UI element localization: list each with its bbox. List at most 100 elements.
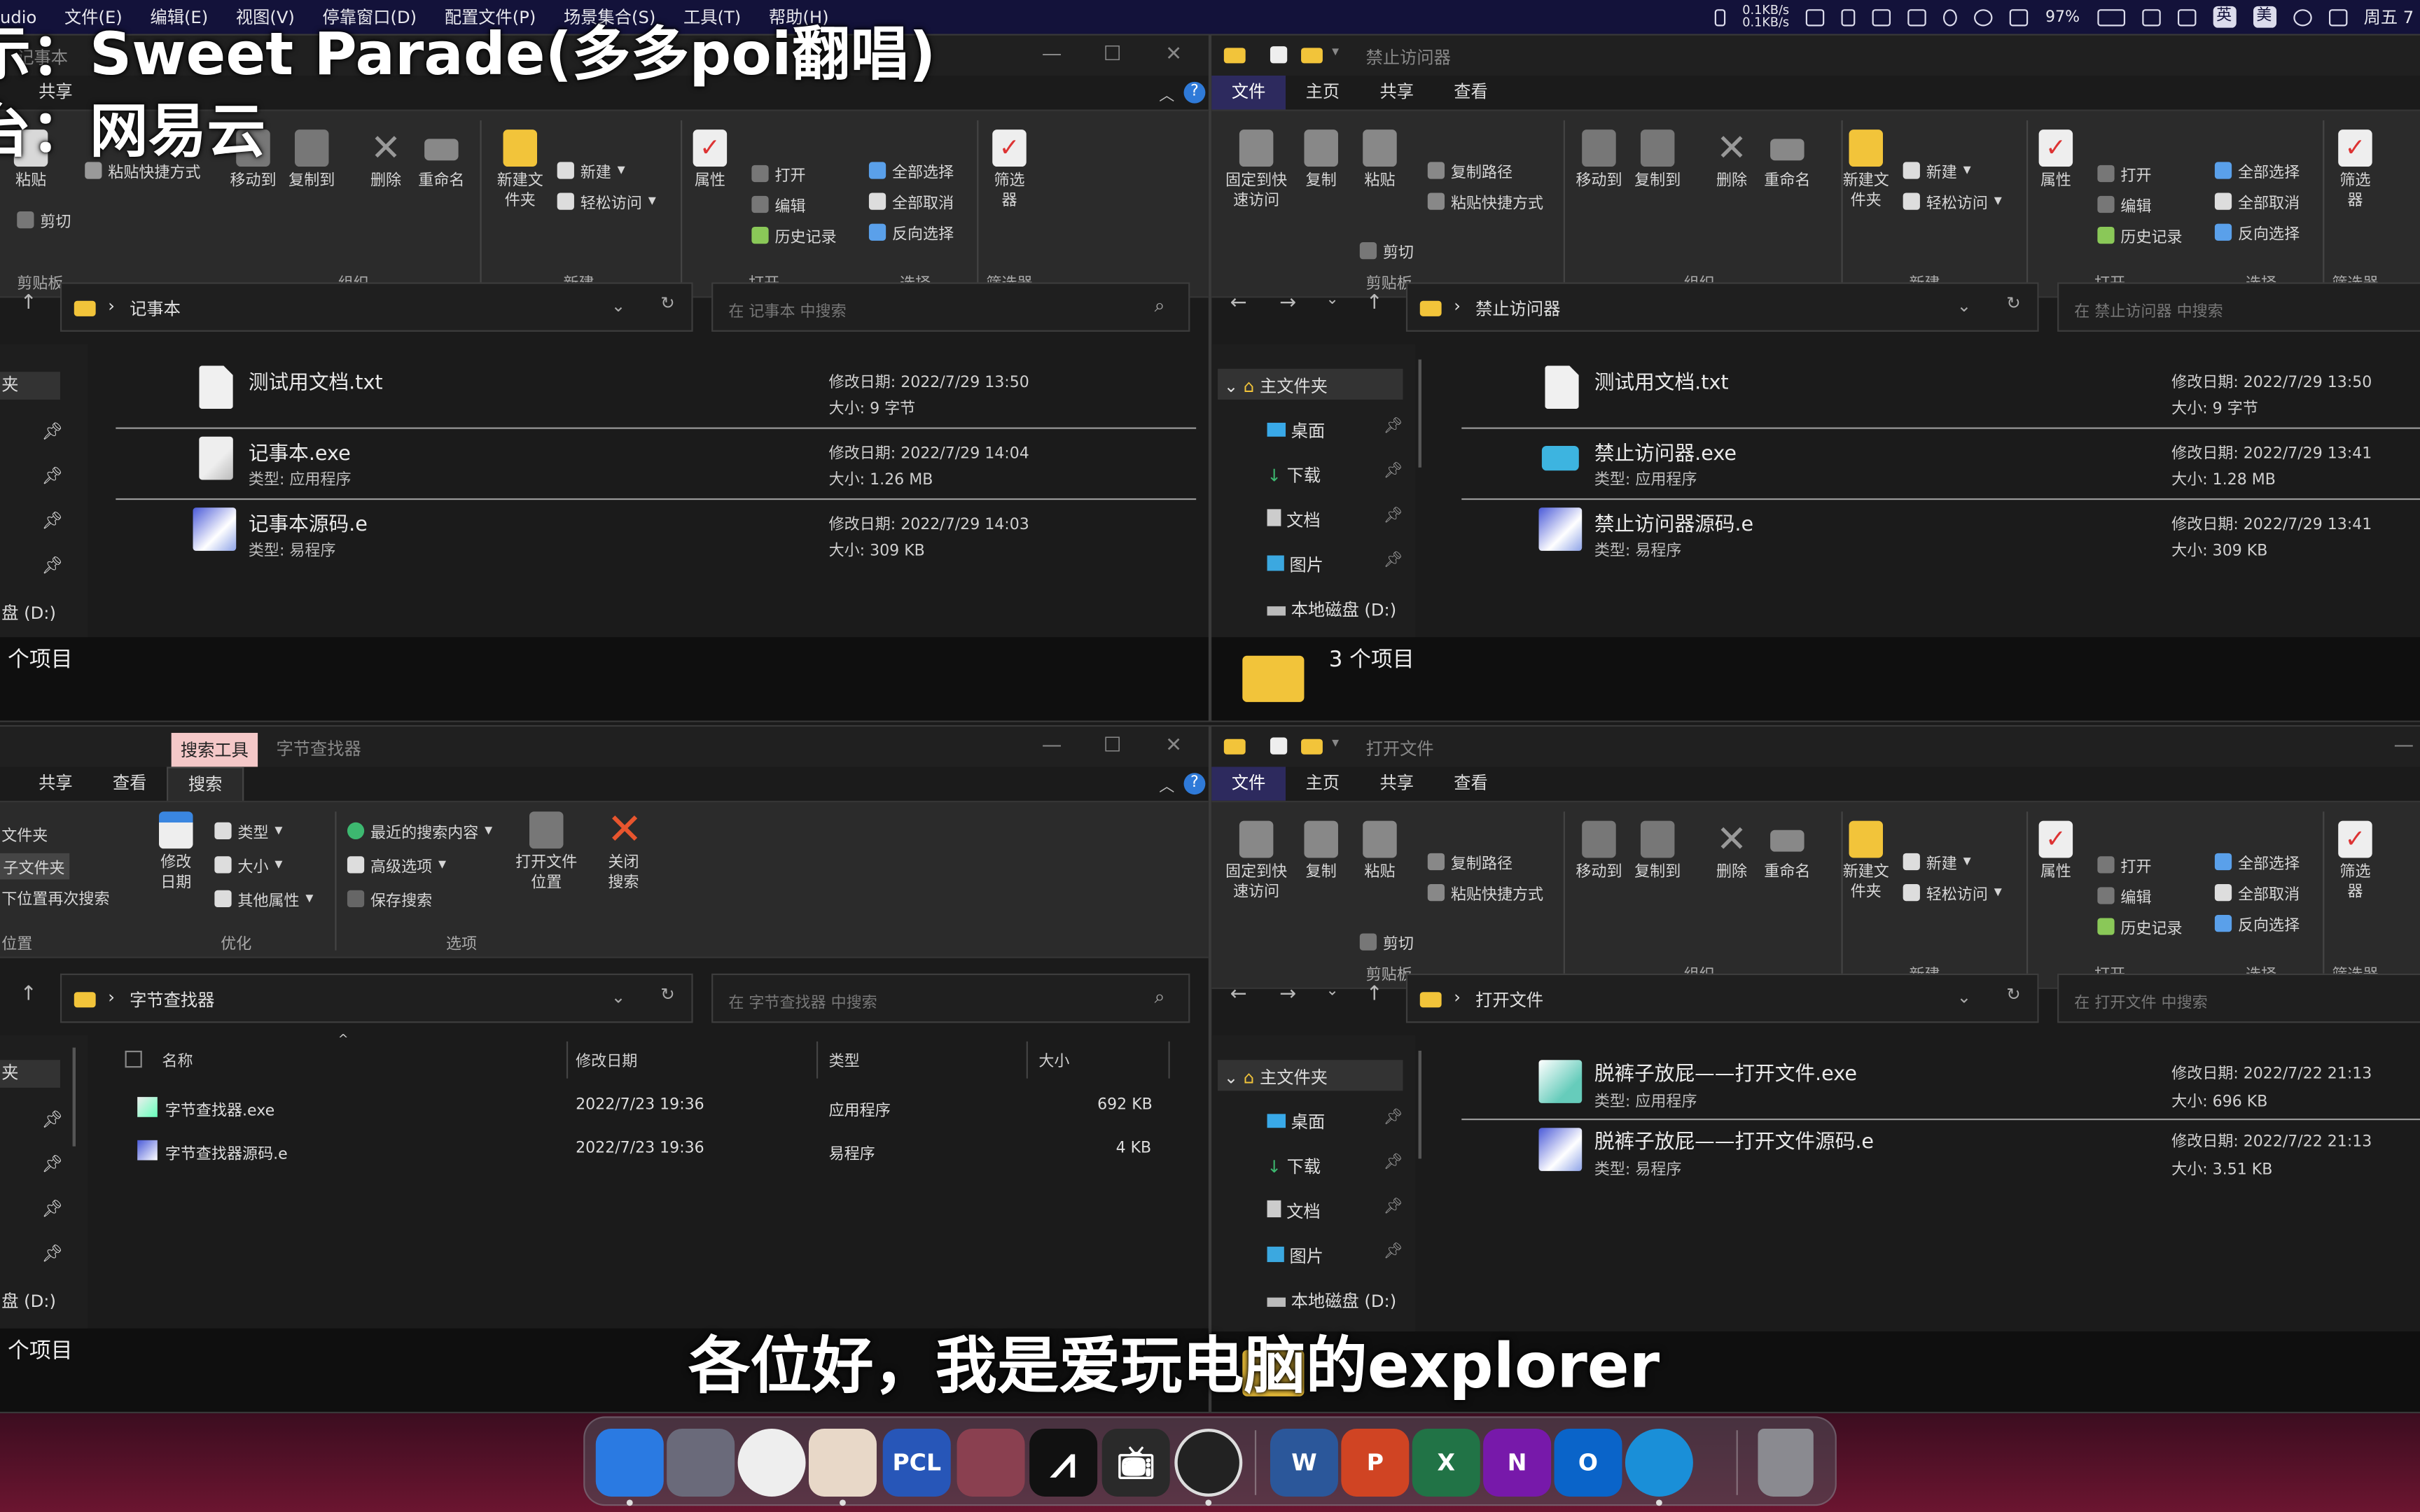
select-all-button[interactable]: 全部选择 [868,159,954,182]
select-none-button[interactable]: 全部取消 [868,190,954,213]
recent-dropdown[interactable]: ⌄ [1326,983,1338,1000]
rename-button[interactable]: 重命名 [1764,130,1810,191]
pin-icon[interactable]: 📌︎ [1384,1110,1403,1126]
tab-view[interactable]: 查看 [1434,766,1508,800]
filter-button[interactable]: ✓ 筛选器 [2337,820,2374,903]
ribbon-collapse-icon[interactable]: ︿ [1159,82,1174,105]
tree-item-home[interactable]: ⌄ ⌂ 主文件夹 [1218,1060,1403,1091]
pin-quick-access-button[interactable]: 固定到快速访问 [1221,130,1291,211]
tree-item-quick[interactable]: 夹 [0,372,60,400]
properties-button[interactable]: ✓ 属性 [693,130,728,191]
select-all-button[interactable]: 全部选择 [2214,159,2300,182]
breadcrumb-current[interactable]: 字节查找器 [130,988,214,1012]
filter-button[interactable]: ✓ 筛选器 [991,130,1028,211]
pin-icon[interactable]: 📌︎ [1384,418,1403,435]
address-bar[interactable]: › 记事本 ⌄ ↻ [60,282,693,332]
breadcrumb-current[interactable]: 禁止访问器 [1475,296,1560,321]
breadcrumb-current[interactable]: 记事本 [130,296,181,321]
search-tools-context-tab[interactable]: 搜索工具 [171,732,258,767]
tab-share[interactable]: 共享 [1360,76,1434,109]
back-button[interactable]: ← [1230,983,1247,1006]
dock-trash-icon[interactable] [1758,1428,1814,1497]
easy-access-button[interactable]: 轻松访问 ▾ [1903,190,2002,213]
chevron-down-icon[interactable]: ⌄ [611,988,625,1008]
disk-icon[interactable] [1872,8,1891,26]
memory-icon[interactable] [1806,8,1825,26]
dock-vpn-icon[interactable] [957,1428,1025,1497]
file-item[interactable]: 测试用文档.txt 修改日期: 2022/7/29 13:50 大小: 9 字节 [1538,363,2420,424]
pin-icon[interactable]: 📌︎ [1384,507,1403,524]
phone-icon[interactable] [1842,8,1856,26]
maximize-button[interactable]: ☐ [1104,43,1122,66]
copy-button[interactable]: 复制 [1304,130,1338,191]
edit-button[interactable]: 编辑 [2097,193,2152,216]
file-item[interactable]: 测试用文档.txt 修改日期: 2022/7/29 13:50 大小: 9 字节 [193,363,1197,424]
cut-button[interactable]: 剪切 [1359,239,1414,262]
bluetooth-icon[interactable] [1943,8,1958,26]
battery-icon[interactable] [2096,8,2125,26]
paste-button[interactable]: 粘贴 [1363,820,1397,883]
spotlight-icon[interactable] [2293,8,2311,26]
paste-shortcut-button[interactable]: 粘贴快捷方式 [1427,190,1543,213]
tree-item-home[interactable]: ⌄ ⌂ 主文件夹 [1218,368,1403,400]
search-again-in[interactable]: 下位置再次搜索 [1,886,109,909]
up-button[interactable]: ↑ [1366,292,1383,315]
maximize-button[interactable]: ☐ [1104,734,1122,757]
file-item[interactable]: 禁止访问器源码.e 类型: 易程序 修改日期: 2022/7/29 13:41 … [1538,505,2420,566]
tab-view[interactable]: 查看 [1434,76,1508,109]
new-folder-button[interactable]: 新建文件夹 [1838,820,1893,903]
chevron-down-icon[interactable]: ⌄ [611,296,625,316]
tree-item-pictures[interactable]: 图片 📌︎ [1267,1244,1403,1268]
search-all-folders[interactable]: 文件夹 [1,822,48,846]
cut-button[interactable]: 剪切 [1359,930,1414,953]
file-item[interactable]: 记事本.exe 类型: 应用程序 修改日期: 2022/7/29 14:04 大… [193,433,1197,495]
dock-clock-icon[interactable] [737,1428,806,1497]
display-icon[interactable] [2010,8,2029,26]
dock-word-icon[interactable]: W [1270,1428,1338,1497]
dock-excel-icon[interactable]: X [1412,1428,1480,1497]
tab-home[interactable]: 主页 [1286,76,1360,109]
ribbon-collapse-icon[interactable]: ︿ [1159,773,1174,796]
column-type[interactable]: 类型 [829,1048,860,1070]
tree-item-desktop[interactable]: 桌面 📌︎ [1267,418,1403,442]
ime-english[interactable]: 英 [2212,6,2236,28]
forward-button[interactable]: → [1279,292,1296,315]
checkbox-icon[interactable] [1270,46,1288,64]
dock-powerpoint-icon[interactable]: P [1341,1428,1410,1497]
open-button[interactable]: 打开 [751,162,806,185]
search-box[interactable]: 在 禁止访问器 中搜索 [2057,282,2420,332]
forward-button[interactable]: → [1279,983,1296,1006]
tab-file[interactable]: 文件 [1211,766,1286,801]
tree-item-desktop[interactable]: 桌面 📌︎ [1267,1110,1403,1134]
tree-item-pictures[interactable]: 图片 📌︎ [1267,552,1403,577]
pin-icon[interactable]: 📌︎ [1384,552,1403,569]
dock-pcl-icon[interactable]: PCL [882,1428,951,1497]
new-folder-button[interactable]: 新建文件夹 [1838,130,1893,211]
dock-capcut-icon[interactable]: ⩘ [1029,1428,1098,1497]
refresh-icon[interactable]: ↻ [2006,293,2020,314]
new-item-button[interactable]: 新建 ▾ [557,159,625,182]
tab-home[interactable]: 主页 [1286,766,1360,800]
help-icon[interactable]: ? [1183,81,1206,104]
new-folder-button[interactable]: 新建文件夹 [492,130,548,211]
ime-us[interactable]: 美 [2252,6,2276,28]
history-button[interactable]: 历史记录 [751,224,837,247]
search-box[interactable]: 在 打开文件 中搜索 [2057,973,2420,1023]
column-date[interactable]: 修改日期 [576,1048,637,1070]
edit-button[interactable]: 编辑 [2097,884,2152,907]
dock-outlook-icon[interactable]: O [1554,1428,1622,1497]
other-properties-button[interactable]: 其他属性 ▾ [214,887,314,910]
select-none-button[interactable]: 全部取消 [2214,881,2300,904]
eject-icon[interactable] [2176,8,2196,26]
cut-button[interactable]: 剪切 [17,209,71,232]
tab-share[interactable]: 共享 [0,766,92,800]
copy-to-button[interactable]: 复制到 [1634,820,1681,883]
edit-button[interactable]: 编辑 [751,193,806,216]
tab-file[interactable]: 文件 [1211,76,1286,110]
new-item-button[interactable]: 新建 ▾ [1903,850,1971,874]
dock-bilibili-icon[interactable]: 📺︎ [1101,1428,1170,1497]
address-bar[interactable]: › 打开文件 ⌄ ↻ [1405,973,2039,1023]
tree-item-disk[interactable]: 盘 (D:) [1,1288,56,1312]
move-to-button[interactable]: 移动到 [1576,130,1622,191]
minimize-button[interactable]: — [2394,734,2414,757]
